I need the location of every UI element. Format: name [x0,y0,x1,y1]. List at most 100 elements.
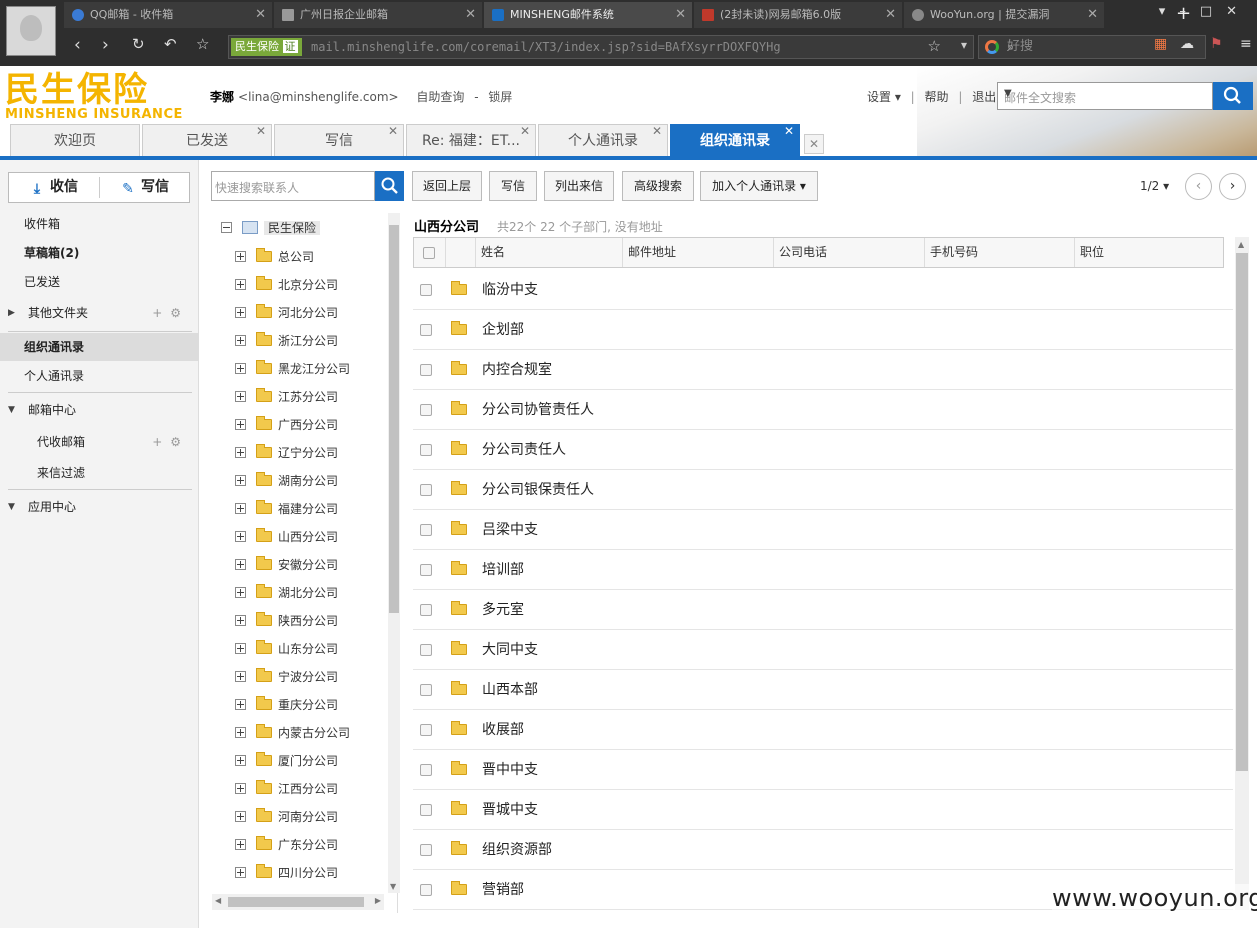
collapse-icon[interactable]: ▼ [8,396,15,424]
row-checkbox[interactable] [420,324,432,336]
reload-icon[interactable]: ↻ [132,35,145,53]
collapse-icon[interactable] [221,222,232,233]
help-link[interactable]: 帮助 [925,90,949,104]
tab-compose[interactable]: 写信 ✕ [274,124,404,156]
row-checkbox[interactable] [420,524,432,536]
close-icon[interactable]: ✕ [652,115,662,147]
department-name[interactable]: 收展部 [482,710,524,750]
write-mail-button[interactable]: 写信 [489,171,537,201]
mail-search-input[interactable]: 邮件全文搜索 ▼ [997,82,1213,110]
browser-search-box[interactable]: 好搜 ⌕ [978,35,1206,59]
browser-tab[interactable]: 广州日报企业邮箱 ✕ [274,2,482,28]
tree-horizontal-scrollbar[interactable]: ◀ ▶ [212,894,384,910]
expand-icon[interactable] [235,279,246,290]
close-icon[interactable]: ✕ [885,2,896,28]
tree-node[interactable]: 总公司 [235,246,314,268]
browser-tab[interactable]: QQ邮箱 - 收件箱 ✕ [64,2,272,28]
department-name[interactable]: 营销部 [482,870,524,910]
receive-button[interactable]: ⤓ 收信 [9,173,99,202]
department-name[interactable]: 临汾中支 [482,270,538,310]
tab-sent[interactable]: 已发送 ✕ [142,124,272,156]
expand-icon[interactable] [235,727,246,738]
department-name[interactable]: 内控合规室 [482,350,552,390]
sidebar-item-org-contacts[interactable]: 组织通讯录 [0,333,199,361]
department-name[interactable]: 晋中中支 [482,750,538,790]
expand-icon[interactable] [235,867,246,878]
logout-link[interactable]: 退出 [972,90,996,104]
row-checkbox[interactable] [420,444,432,456]
sidebar-item-sent[interactable]: 已发送 [0,268,199,296]
department-name[interactable]: 晋城中支 [482,790,538,830]
lock-screen-link[interactable]: 锁屏 [488,90,512,104]
expand-icon[interactable] [235,755,246,766]
tree-node[interactable]: 重庆分公司 [235,694,338,716]
collapse-icon[interactable]: ▼ [8,493,15,521]
expand-icon[interactable] [235,671,246,682]
column-header-position[interactable]: 职位 [1074,238,1224,267]
tree-node[interactable]: 宁波分公司 [235,666,338,688]
sidebar-item-app-center[interactable]: ▼ 应用中心 [0,493,199,521]
table-row[interactable]: 大同中支 [413,630,1233,670]
sidebar-item-inbox[interactable]: 收件箱 [0,210,199,238]
table-row[interactable]: 组织资源部 [413,830,1233,870]
column-header-company-phone[interactable]: 公司电话 [773,238,924,267]
settings-menu[interactable]: 设置 ▾ [867,90,901,104]
mail-search-button[interactable] [1213,82,1253,110]
table-row[interactable]: 分公司协管责任人 [413,390,1233,430]
expand-icon[interactable] [235,419,246,430]
row-checkbox[interactable] [420,844,432,856]
tree-node[interactable]: 陕西分公司 [235,610,338,632]
scroll-thumb[interactable] [389,225,399,613]
scroll-up-icon[interactable]: ▲ [1238,240,1244,249]
tree-node[interactable]: 安徽分公司 [235,554,338,576]
department-name[interactable]: 组织资源部 [482,830,552,870]
row-checkbox[interactable] [420,604,432,616]
chevron-down-icon[interactable]: ▾ [961,38,967,52]
expand-icon[interactable] [235,811,246,822]
table-row[interactable]: 分公司责任人 [413,430,1233,470]
contact-search-button[interactable] [375,171,404,201]
tree-node[interactable]: 山西分公司 [235,526,338,548]
table-row[interactable]: 晋中中支 [413,750,1233,790]
tree-node[interactable]: 辽宁分公司 [235,442,338,464]
row-checkbox[interactable] [420,764,432,776]
add-to-personal-contacts-button[interactable]: 加入个人通讯录 ▾ [700,171,818,201]
table-row[interactable]: 分公司银保责任人 [413,470,1233,510]
extension-icon[interactable]: ⚑ [1210,36,1223,52]
tab-reply[interactable]: Re: 福建：ET... ✕ [406,124,536,156]
tree-node[interactable]: 福建分公司 [235,498,338,520]
browser-tab[interactable]: WooYun.org | 提交漏洞 ✕ [904,2,1104,28]
next-page-button[interactable]: › [1219,173,1246,200]
tree-node[interactable]: 江苏分公司 [235,386,338,408]
expand-icon[interactable] [235,699,246,710]
address-bar[interactable]: 民生保险 证 mail.minshenglife.com/coremail/XT… [228,35,974,59]
page-selector[interactable]: 1/2 ▾ [1140,179,1169,193]
sidebar-item-mail-filter[interactable]: 来信过滤 [0,459,199,487]
expand-icon[interactable] [235,643,246,654]
tree-node[interactable]: 北京分公司 [235,274,338,296]
sidebar-item-other-folders[interactable]: ▶ 其他文件夹 +⚙ [0,299,199,327]
expand-icon[interactable] [235,783,246,794]
table-row[interactable]: 多元室 [413,590,1233,630]
table-row[interactable]: 企划部 [413,310,1233,350]
bookmark-star-icon[interactable]: ☆ [196,35,209,53]
department-name[interactable]: 分公司责任人 [482,430,566,470]
row-checkbox[interactable] [420,564,432,576]
folder-tools[interactable]: +⚙ [152,299,189,327]
tree-node[interactable]: 湖北分公司 [235,582,338,604]
tree-node[interactable]: 河南分公司 [235,806,338,828]
column-header-mobile[interactable]: 手机号码 [924,238,1074,267]
scroll-thumb[interactable] [1236,253,1248,771]
row-checkbox[interactable] [420,804,432,816]
prev-page-button[interactable]: ‹ [1185,173,1212,200]
tree-node[interactable]: 内蒙古分公司 [235,722,350,744]
tree-node[interactable]: 河北分公司 [235,302,338,324]
close-all-tabs-icon[interactable]: ✕ [804,134,824,154]
close-icon[interactable]: ✕ [465,2,476,28]
close-icon[interactable]: ✕ [256,115,266,147]
table-row[interactable]: 内控合规室 [413,350,1233,390]
row-checkbox[interactable] [420,884,432,896]
table-row[interactable]: 临汾中支 [413,270,1233,310]
table-row[interactable]: 山西本部 [413,670,1233,710]
close-icon[interactable]: ✕ [255,2,266,28]
